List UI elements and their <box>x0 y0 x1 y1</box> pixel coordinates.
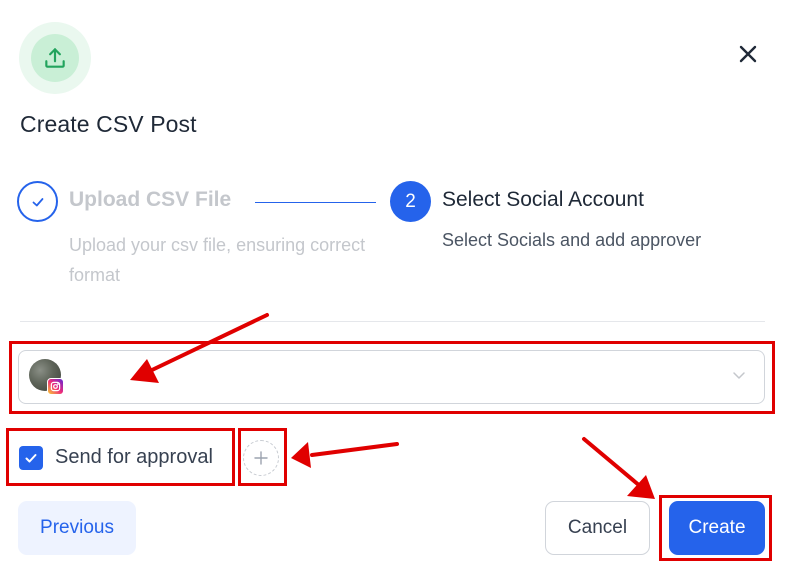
step-1-title: Upload CSV File <box>69 188 232 211</box>
annotation-box-add-approver <box>238 428 287 486</box>
step-2-number: 2 <box>390 181 431 222</box>
step-1-description: Upload your csv file, ensuring correct f… <box>69 235 366 285</box>
check-icon <box>32 197 43 206</box>
upload-icon <box>31 34 79 82</box>
step-connector <box>255 202 376 203</box>
modal-title: Create CSV Post <box>20 111 197 137</box>
annotation-box-create <box>659 495 772 561</box>
annotation-box-account-select <box>9 341 775 414</box>
close-icon <box>739 45 757 63</box>
cancel-button[interactable]: Cancel <box>545 501 650 555</box>
divider <box>20 321 765 322</box>
annotation-box-approval <box>6 428 235 486</box>
step-2-description: Select Socials and add approver <box>442 230 702 250</box>
step-1-check-indicator <box>17 181 58 222</box>
close-button[interactable] <box>734 40 762 68</box>
step-2-title: Select Social Account <box>442 188 644 211</box>
previous-button[interactable]: Previous <box>18 501 136 555</box>
